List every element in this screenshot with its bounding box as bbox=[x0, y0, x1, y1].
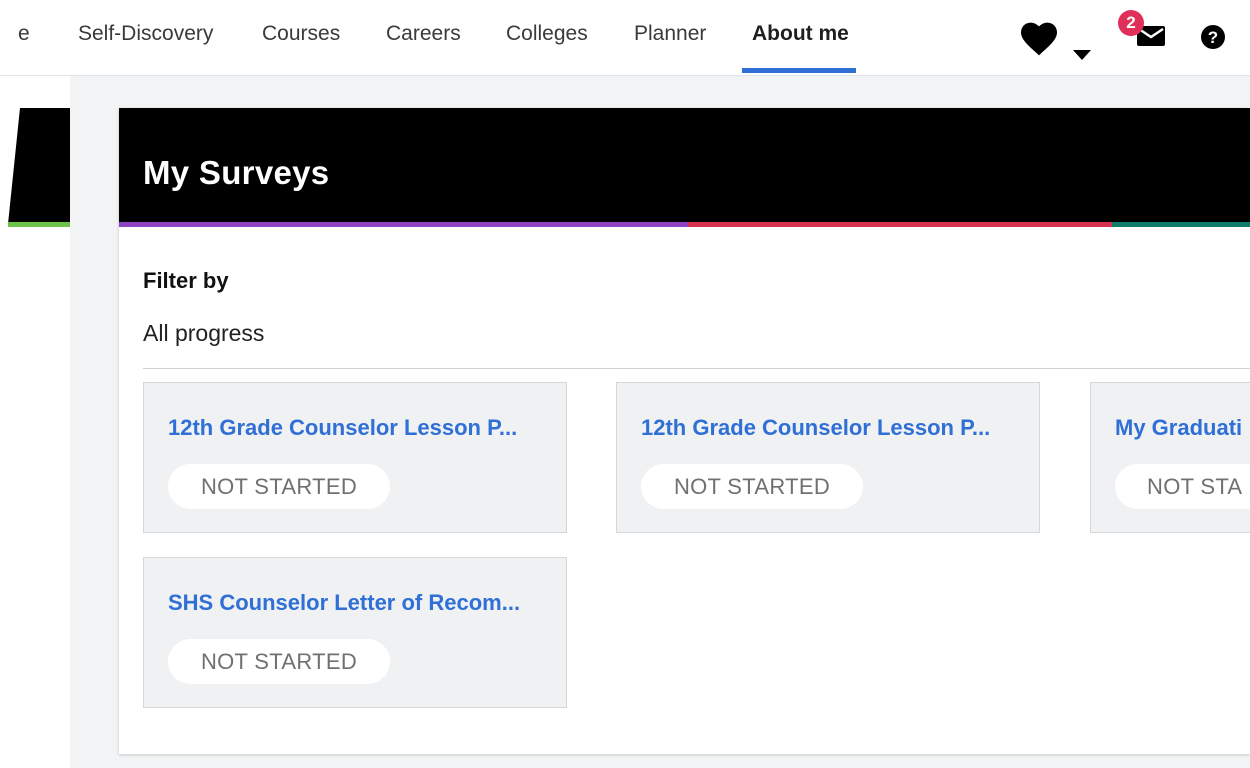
survey-title[interactable]: 12th Grade Counselor Lesson P... bbox=[168, 415, 548, 441]
nav-item-self-discovery[interactable]: Self-Discovery bbox=[78, 22, 213, 46]
filter-label: Filter by bbox=[143, 268, 229, 293]
header-stripe-purple bbox=[119, 222, 688, 227]
survey-card[interactable]: SHS Counselor Letter of Recom... NOT STA… bbox=[143, 557, 567, 708]
nav-item-colleges[interactable]: Colleges bbox=[506, 22, 588, 46]
header-stripe-red bbox=[688, 222, 1112, 227]
filter-dropdown[interactable]: All progress bbox=[143, 320, 264, 347]
nav-item-courses[interactable]: Courses bbox=[262, 22, 340, 46]
nav-item-partial[interactable]: e bbox=[18, 22, 30, 46]
survey-title[interactable]: My Graduati bbox=[1115, 415, 1250, 441]
page-title: My Surveys bbox=[143, 154, 330, 191]
top-navigation: e Self-Discovery Courses Careers College… bbox=[0, 0, 1250, 76]
heart-icon[interactable] bbox=[1019, 21, 1059, 57]
status-badge: NOT STA bbox=[1115, 464, 1250, 509]
svg-text:?: ? bbox=[1208, 28, 1218, 47]
nav-item-planner[interactable]: Planner bbox=[634, 22, 706, 46]
status-badge: NOT STARTED bbox=[641, 464, 863, 509]
my-surveys-card: My Surveys Filter by All progress 12th G… bbox=[119, 108, 1250, 754]
header-stripe-teal bbox=[1112, 222, 1250, 227]
left-card-stripe bbox=[8, 222, 70, 227]
survey-card[interactable]: My Graduati NOT STA bbox=[1090, 382, 1250, 533]
status-badge: NOT STARTED bbox=[168, 639, 390, 684]
survey-card[interactable]: 12th Grade Counselor Lesson P... NOT STA… bbox=[143, 382, 567, 533]
caret-down-icon[interactable] bbox=[1072, 48, 1092, 60]
survey-card[interactable]: 12th Grade Counselor Lesson P... NOT STA… bbox=[616, 382, 1040, 533]
survey-title[interactable]: 12th Grade Counselor Lesson P... bbox=[641, 415, 1021, 441]
help-icon[interactable]: ? bbox=[1200, 24, 1226, 50]
notification-badge: 2 bbox=[1118, 10, 1144, 36]
nav-item-about-me[interactable]: About me bbox=[752, 22, 849, 46]
divider bbox=[143, 368, 1250, 369]
active-tab-indicator bbox=[742, 68, 856, 73]
survey-title[interactable]: SHS Counselor Letter of Recom... bbox=[168, 590, 548, 616]
nav-item-careers[interactable]: Careers bbox=[386, 22, 461, 46]
card-header: My Surveys bbox=[119, 108, 1250, 222]
status-badge: NOT STARTED bbox=[168, 464, 390, 509]
